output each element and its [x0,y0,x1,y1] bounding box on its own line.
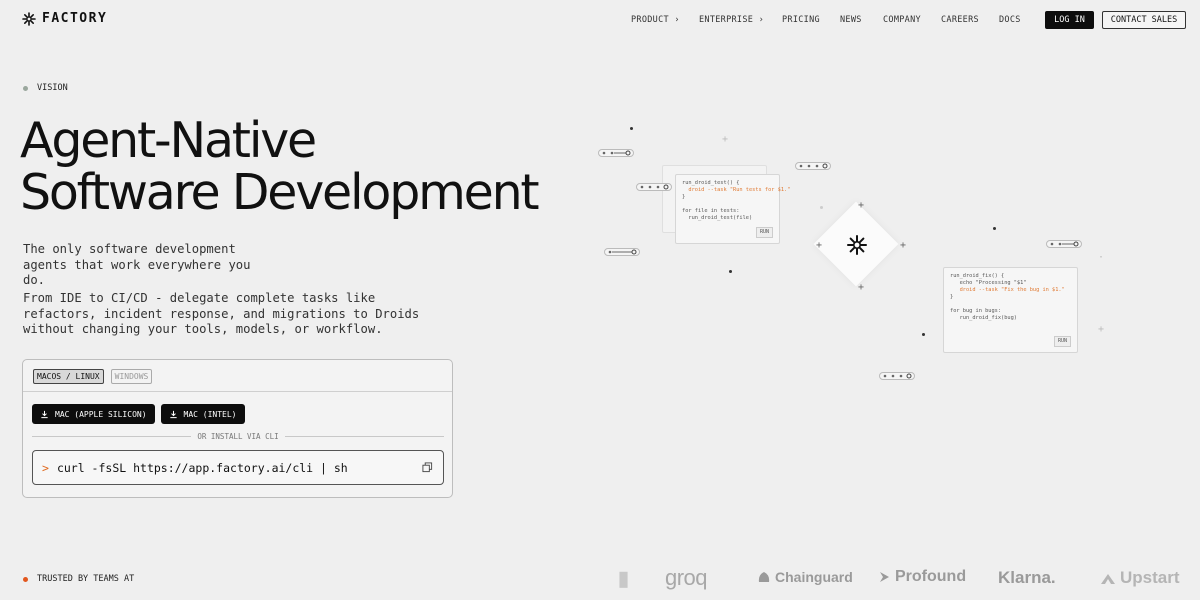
brand-logo[interactable]: FACTORY [22,11,107,26]
nav-item-enterprise[interactable]: ENTERPRISE › [699,15,764,25]
nav-label: ENTERPRISE [699,15,754,25]
profound-icon [880,572,889,582]
nav-item-product[interactable]: PRODUCT › [631,15,680,25]
plus-icon: + [858,200,865,211]
connector-icon [795,162,831,170]
prompt-symbol: > [42,460,49,475]
title-line-1: Agent-Native [20,112,317,169]
site-header: FACTORY PRODUCT › ENTERPRISE › PRICING N… [0,0,1200,40]
plus-icon: + [900,240,907,251]
eyebrow: VISION [23,83,68,93]
code-card-run-tests: run_droid_test() { droid --task "Run tes… [675,174,790,244]
logo-upstart: Upstart [1100,568,1180,588]
plus-icon: + [722,134,729,145]
os-tabs: MACOS / LINUX WINDOWS [33,369,153,384]
nav-item-news[interactable]: NEWS [840,15,862,25]
hero-description: From IDE to CI/CD - delegate complete ta… [23,291,420,336]
plus-icon: + [1098,324,1105,335]
connector-icon [604,248,640,256]
cli-divider-label: OR INSTALL VIA CLI [197,432,279,441]
logo-profound: Profound [877,568,966,586]
cli-command: curl -fsSL https://app.factory.ai/cli | … [56,460,348,475]
copy-icon[interactable] [422,462,433,473]
download-buttons: MAC (APPLE SILICON) MAC (INTEL) [32,404,245,424]
run-badge: RUN [1053,336,1071,347]
factory-logo-icon [847,235,867,255]
login-button[interactable]: LOG IN [1045,11,1094,29]
divider [23,391,452,392]
eyebrow-label: VISION [37,83,68,93]
status-dot-icon [23,576,28,582]
nav-item-pricing[interactable]: PRICING [782,15,820,25]
plus-icon: + [858,282,865,293]
nav-item-company[interactable]: COMPANY [883,15,921,25]
plus-icon: · [1098,252,1105,263]
download-mac-apple-silicon-button[interactable]: MAC (APPLE SILICON) [32,404,155,424]
download-mac-intel-button[interactable]: MAC (INTEL) [160,404,245,424]
factory-logo-icon [22,11,36,26]
title-line-2: Software Development [20,164,540,221]
nav-item-docs[interactable]: DOCS [999,15,1021,25]
trusted-by: TRUSTED BY TEAMS AT [23,574,134,584]
dot-icon [820,206,823,209]
customer-logos: ▮ groq Chainguard Profound Klarna. Upsta… [610,565,1200,593]
trusted-label: TRUSTED BY TEAMS AT [37,574,135,584]
dot-icon [993,227,996,230]
logo-chainguard: Chainguard [757,569,853,585]
logo-label: Upstart [1120,568,1180,587]
cli-divider: OR INSTALL VIA CLI [32,432,444,441]
button-label: MAC (APPLE SILICON) [55,409,147,419]
download-icon [41,410,48,418]
plus-icon: + [816,240,823,251]
brand-name: FACTORY [42,11,108,26]
connector-icon [1046,240,1082,248]
nav-item-careers[interactable]: CAREERS [941,15,979,25]
chainguard-icon [758,572,770,582]
hero-illustration: run_droid_test() { droid --task "Run tes… [590,110,1200,400]
code-card-fix-bugs: run_droid_fix() { echo "Processing "$1" … [943,267,1078,353]
install-card: MACOS / LINUX WINDOWS MAC (APPLE SILICON… [22,359,453,498]
download-icon [169,410,177,418]
cli-command-box[interactable]: > curl -fsSL https://app.factory.ai/cli … [32,450,444,485]
status-dot-icon [23,85,28,91]
nav-label: PRODUCT [631,15,669,25]
connector-icon [636,183,672,191]
run-badge: RUN [755,227,773,238]
logo-label: Profound [895,568,967,585]
chevron-right-icon: › [758,15,765,25]
logo-label: Chainguard [775,569,853,585]
button-label: MAC (INTEL) [183,409,237,419]
dot-icon [729,270,732,273]
chevron-right-icon: › [674,15,680,25]
logo-klarna: Klarna. [998,568,1056,587]
upstart-icon [1101,573,1115,584]
contact-sales-button[interactable]: CONTACT SALES [1102,11,1186,29]
connector-icon [598,149,634,157]
dot-icon [922,333,925,336]
tab-windows[interactable]: WINDOWS [110,369,153,384]
dot-icon [630,127,633,130]
page-title: Agent-Native Software Development [20,112,540,221]
tab-macos-linux[interactable]: MACOS / LINUX [33,369,104,384]
hero-subtitle: The only software development agents tha… [23,242,251,287]
logo-groq: groq [665,565,708,590]
connector-icon [879,372,915,380]
partial-logo-icon: ▮ [618,568,630,590]
